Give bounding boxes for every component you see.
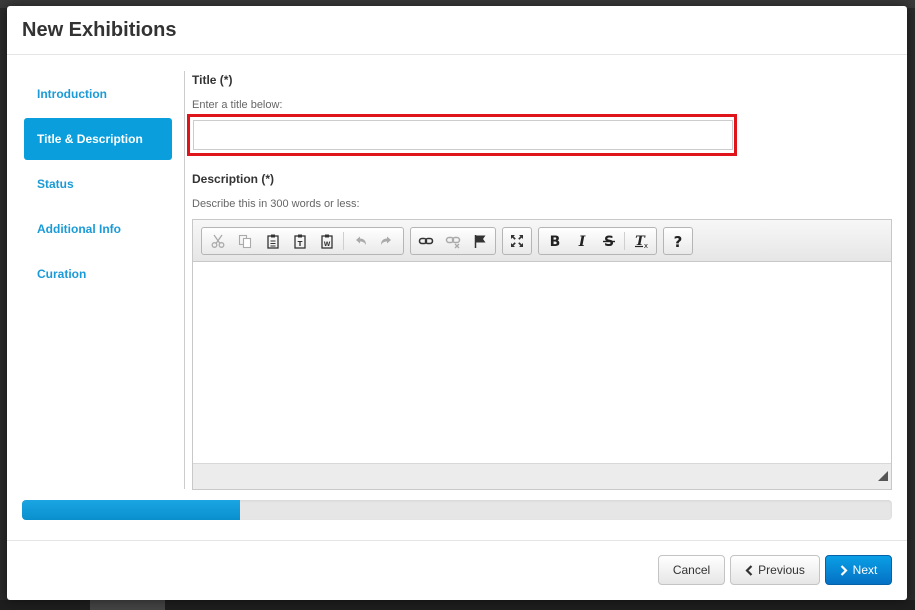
title-input[interactable] [193,120,733,150]
svg-text:I: I [577,234,585,249]
resize-handle-icon[interactable] [878,468,888,486]
background-bottom-bar [0,600,915,610]
svg-text:?: ? [674,233,683,249]
paste-word-icon[interactable]: W [314,228,341,254]
editor-status-bar [193,463,891,489]
wizard-step-nav: Introduction Title & Description Status … [24,73,172,298]
svg-text:B: B [549,234,560,249]
chevron-left-icon [745,564,753,576]
wizard-progress-bar [22,500,892,520]
redo-icon[interactable] [374,228,401,254]
copy-icon[interactable] [231,228,258,254]
sidebar-divider [184,71,185,489]
next-button-label: Next [852,563,878,577]
remove-format-icon[interactable]: Tx [627,228,654,254]
unlink-icon[interactable] [440,228,467,254]
modal-header: New Exhibitions [7,6,907,55]
step-introduction[interactable]: Introduction [24,73,172,115]
step-status[interactable]: Status [24,163,172,205]
step-title-description[interactable]: Title & Description [24,118,172,160]
toolbar-group-help: ? [663,227,693,255]
modal-title: New Exhibitions [22,19,177,41]
svg-text:T: T [298,240,303,248]
paste-text-icon[interactable]: T [286,228,313,254]
strikethrough-icon[interactable]: S [595,228,622,254]
toolbar-group-formatting: B I S Tx [538,227,657,255]
link-icon[interactable] [413,228,440,254]
bold-icon[interactable]: B [541,228,568,254]
step-additional-info[interactable]: Additional Info [24,208,172,250]
toolbar-separator [624,232,626,250]
cut-icon[interactable] [204,228,231,254]
cancel-button-label: Cancel [672,563,711,577]
description-label: Description (*) [192,172,275,186]
title-label: Title (*) [192,73,233,87]
previous-button[interactable]: Previous [730,555,820,585]
italic-icon[interactable]: I [568,228,595,254]
cancel-button[interactable]: Cancel [658,555,725,585]
svg-text:W: W [324,241,331,248]
description-help-text: Describe this in 300 words or less: [192,198,360,210]
title-help-text: Enter a title below: [192,99,283,111]
next-button[interactable]: Next [825,555,892,585]
new-exhibitions-modal: New Exhibitions Introduction Title & Des… [7,6,907,600]
toolbar-group-links [410,227,496,255]
editor-content-area[interactable] [193,262,891,463]
modal-footer: Cancel Previous Next [7,540,907,600]
description-rich-text-editor: T W B I S T x ? [192,219,892,490]
svg-text:x: x [643,242,647,249]
toolbar-group-clipboard: T W [201,227,404,255]
undo-icon[interactable] [346,228,373,254]
wizard-progress-fill [22,500,240,520]
maximize-icon[interactable] [505,228,529,254]
toolbar-group-view [502,227,532,255]
anchor-flag-icon[interactable] [466,228,493,254]
previous-button-label: Previous [758,563,805,577]
chevron-right-icon [840,564,848,576]
help-icon[interactable]: ? [666,228,690,254]
step-curation[interactable]: Curation [24,253,172,295]
paste-icon[interactable] [259,228,286,254]
toolbar-separator [343,232,345,250]
editor-toolbar: T W B I S T x ? [193,220,891,262]
